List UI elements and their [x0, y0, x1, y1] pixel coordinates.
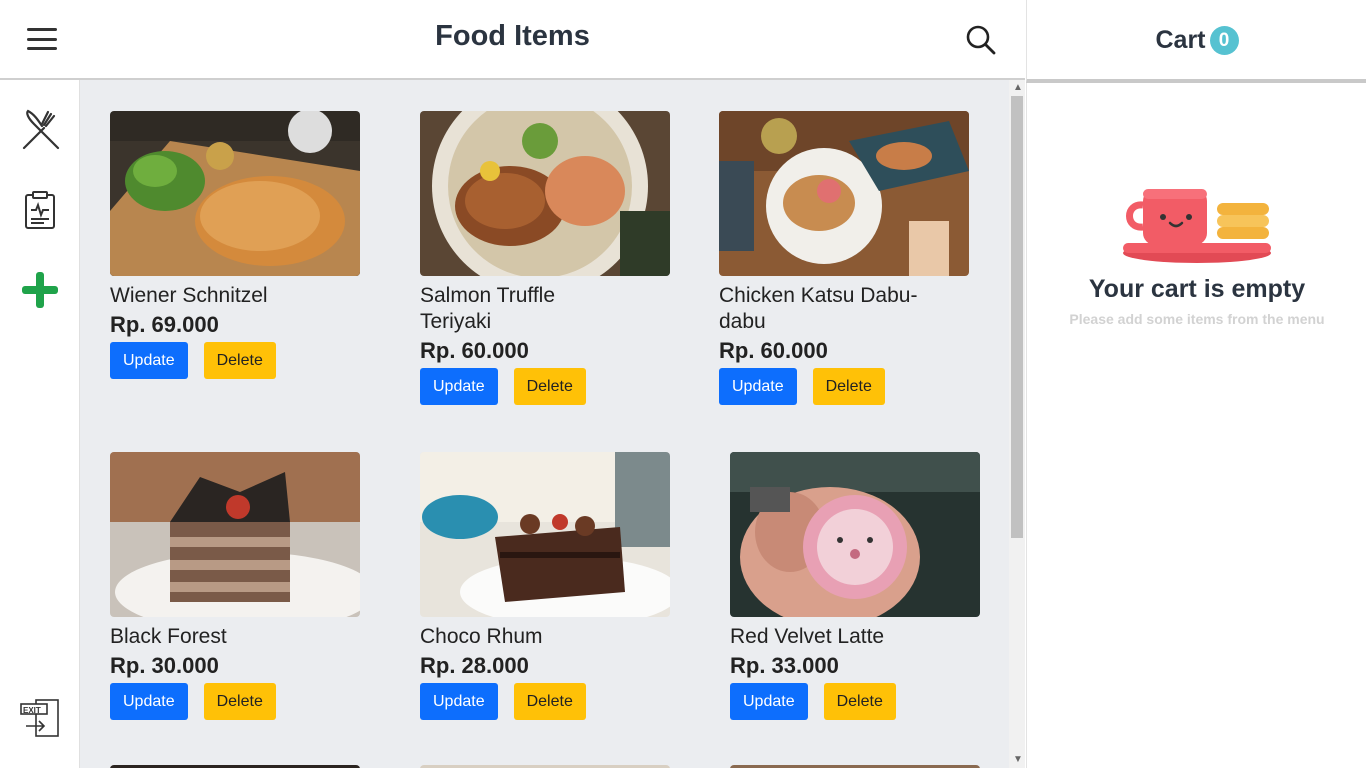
food-name: Chicken Katsu Dabu-dabu	[719, 284, 918, 333]
food-image	[110, 452, 360, 617]
food-price: Rp. 60.000	[420, 338, 529, 363]
food-image	[730, 452, 980, 617]
update-button[interactable]: Update	[110, 683, 188, 720]
scroll-up-icon[interactable]: ▲	[1013, 82, 1023, 93]
delete-button[interactable]: Delete	[513, 368, 586, 405]
food-price: Rp. 33.000	[730, 653, 839, 678]
empty-cart-illustration	[1123, 189, 1271, 263]
delete-button[interactable]: Delete	[823, 683, 896, 720]
cart-header: Cart 0	[1026, 0, 1366, 83]
food-price: Rp. 69.000	[110, 312, 219, 337]
food-price: Rp. 60.000	[719, 338, 828, 363]
food-price: Rp. 30.000	[110, 653, 219, 678]
food-image	[420, 452, 670, 617]
empty-cart-title: Your cart is empty	[1088, 275, 1306, 303]
svg-text:EXIT: EXIT	[23, 706, 41, 715]
food-name: Wiener Schnitzel	[110, 284, 268, 307]
food-name: Black Forest	[110, 625, 227, 648]
delete-button[interactable]: Delete	[812, 368, 885, 405]
scrollbar[interactable]: ▲ ▼	[1009, 80, 1025, 768]
fork-knife-icon[interactable]	[20, 108, 62, 152]
food-card: Wiener Schnitzel Rp. 69.000 Update Delet…	[110, 111, 360, 379]
delete-button[interactable]: Delete	[513, 683, 586, 720]
search-icon[interactable]	[965, 24, 997, 56]
food-card: Red Velvet Latte Rp. 33.000 Update Delet…	[730, 452, 980, 720]
food-name: Choco Rhum	[420, 625, 543, 648]
update-button[interactable]: Update	[420, 368, 498, 405]
cart-panel: Your cart is empty Please add some items…	[1026, 83, 1366, 768]
scroll-down-icon[interactable]: ▼	[1013, 754, 1023, 765]
plus-icon[interactable]	[20, 270, 60, 310]
cart-count-badge: 0	[1209, 26, 1239, 55]
exit-door-icon[interactable]: EXIT	[20, 698, 62, 738]
update-button[interactable]: Update	[730, 683, 808, 720]
food-image	[110, 111, 360, 276]
cart-title-label: Cart	[1155, 26, 1206, 54]
update-button[interactable]: Update	[719, 368, 797, 405]
sidebar: EXIT	[0, 80, 80, 768]
cart-title: Cart 0	[1027, 26, 1366, 55]
food-card: Salmon Truffle Teriyaki Rp. 60.000 Updat…	[420, 111, 670, 405]
delete-button[interactable]: Delete	[203, 342, 276, 379]
food-image	[420, 111, 670, 276]
update-button[interactable]: Update	[420, 683, 498, 720]
clipboard-icon[interactable]	[20, 190, 60, 230]
food-image	[719, 111, 969, 276]
page-title: Food Items	[435, 20, 590, 52]
scroll-thumb[interactable]	[1011, 96, 1023, 538]
food-list: Wiener Schnitzel Rp. 69.000 Update Delet…	[80, 80, 1009, 768]
food-card: Choco Rhum Rp. 28.000 Update Delete	[420, 452, 670, 720]
food-name: Salmon Truffle Teriyaki	[420, 284, 556, 333]
food-price: Rp. 28.000	[420, 653, 529, 678]
food-name: Red Velvet Latte	[730, 625, 885, 648]
top-header: Food Items	[0, 0, 1025, 81]
delete-button[interactable]: Delete	[203, 683, 276, 720]
update-button[interactable]: Update	[110, 342, 188, 379]
empty-cart-subtitle: Please add some items from the menu	[1069, 311, 1325, 327]
food-card: Black Forest Rp. 30.000 Update Delete	[110, 452, 360, 720]
food-card: Chicken Katsu Dabu-dabu Rp. 60.000 Updat…	[719, 111, 969, 405]
